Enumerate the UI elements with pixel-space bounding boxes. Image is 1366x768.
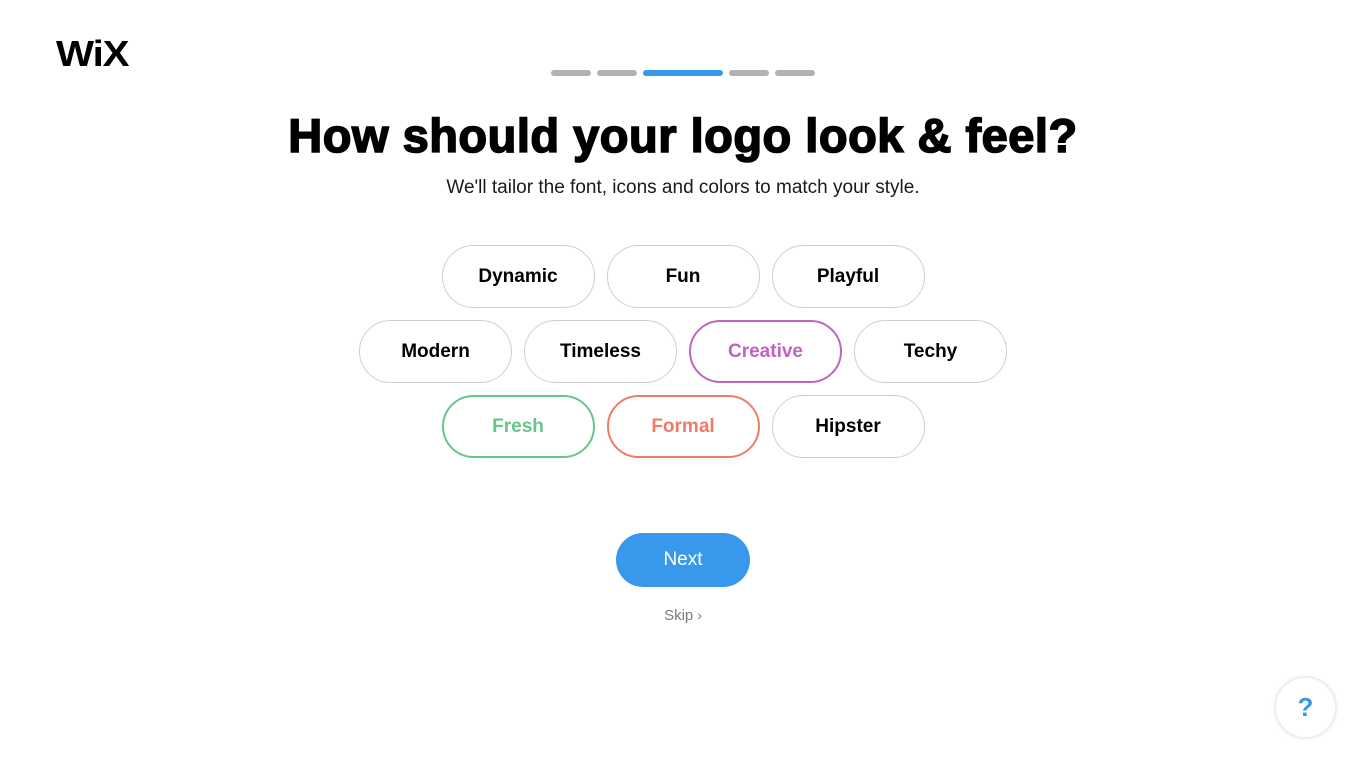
wix-logo: WiX [56,33,130,74]
style-option-playful[interactable]: Playful [771,245,925,308]
style-option-fresh[interactable]: Fresh [441,395,595,458]
chevron-right-icon: › [697,607,702,623]
progress-step-1 [551,70,591,76]
style-option-timeless[interactable]: Timeless [524,320,677,383]
style-option-creative[interactable]: Creative [689,320,842,383]
style-option-techy[interactable]: Techy [854,320,1007,383]
style-row: Fresh Formal Hipster [0,395,1366,458]
style-option-fun[interactable]: Fun [606,245,760,308]
style-option-hipster[interactable]: Hipster [771,395,925,458]
page-subtitle: We'll tailor the font, icons and colors … [446,177,920,198]
skip-label: Skip [664,607,694,624]
question-mark-icon: ? [1297,692,1314,722]
style-row: Dynamic Fun Playful [0,245,1366,308]
style-option-dynamic[interactable]: Dynamic [441,245,595,308]
style-options: Dynamic Fun Playful Modern Timeless Creative T… [0,245,1366,470]
step-progress-indicator [0,70,1366,76]
style-row: Modern Timeless Creative Techy [0,320,1366,383]
style-option-modern[interactable]: Modern [359,320,512,383]
help-button[interactable]: ? [1274,676,1337,739]
style-option-formal[interactable]: Formal [606,395,760,458]
next-button[interactable]: Next [616,533,750,587]
progress-step-3 [643,70,723,76]
page-title: How should your logo look & feel? [287,108,1078,163]
progress-step-5 [775,70,815,76]
progress-step-4 [729,70,769,76]
progress-step-2 [597,70,637,76]
skip-link[interactable]: Skip › [0,607,1366,624]
